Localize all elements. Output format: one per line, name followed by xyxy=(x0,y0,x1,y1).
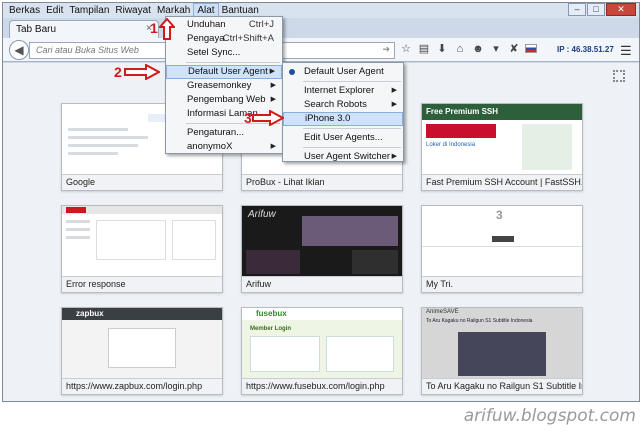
menu-edit[interactable]: Edit xyxy=(43,3,66,18)
ua-item-search-robots[interactable]: Search Robots ▶ xyxy=(283,98,403,112)
submenu-arrow-icon: ▶ xyxy=(391,87,397,94)
alat-menu: Unduhan Ctrl+J Pengaya Ctrl+Shift+A Setel … xyxy=(165,16,283,154)
thumb-error xyxy=(62,206,222,276)
grid-settings-icon[interactable] xyxy=(613,70,625,82)
submenu-arrow-icon: ▶ xyxy=(270,82,276,89)
tile-caption: ProBux - Lihat Iklan xyxy=(242,174,402,190)
annotation-number-3: 3 xyxy=(244,110,252,126)
maximize-icon[interactable]: □ xyxy=(587,3,605,16)
tile-caption: Google xyxy=(62,174,222,190)
tile-caption: Fast Premium SSH Account | FastSSH.com xyxy=(422,174,582,190)
menu-item-unduhan[interactable]: Unduhan Ctrl+J xyxy=(166,18,282,32)
thumb-fastssh: Free Premium SSH Loker di Indonesia xyxy=(422,104,582,174)
menu-item-default-user-agent[interactable]: Default User Agent ▶ xyxy=(166,65,282,79)
toolbar-icons: ☆ ▤ ⬇ ⌂ ☻ ▾ ✘ xyxy=(399,42,537,55)
tile-caption: My Tri. xyxy=(422,276,582,292)
tile-caption: https://www.zapbux.com/login.php xyxy=(62,378,222,394)
tab-bar: Tab Baru × + xyxy=(3,18,639,38)
menu-item-setel-sync[interactable]: Setel Sync... xyxy=(166,46,282,60)
tile-fastssh[interactable]: Free Premium SSH Loker di Indonesia Fast… xyxy=(421,103,583,191)
download-icon[interactable]: ⬇ xyxy=(435,42,449,55)
ua-item-default[interactable]: Default User Agent xyxy=(283,65,403,79)
tile-caption: Error response xyxy=(62,276,222,292)
tab-new[interactable]: Tab Baru × xyxy=(9,20,159,38)
ua-item-internet-explorer[interactable]: Internet Explorer ▶ xyxy=(283,84,403,98)
navigation-bar: ◀ Cari atau Buka Situs Web ➔ ☆ ▤ ⬇ ⌂ ☻ ▾… xyxy=(3,38,639,62)
thumb-mytri: 3 xyxy=(422,206,582,276)
annotation-number-2: 2 xyxy=(114,64,122,80)
menu-separator xyxy=(186,62,280,63)
back-button[interactable]: ◀ xyxy=(9,40,29,60)
annotation-arrow-right-icon xyxy=(252,110,284,126)
menu-berkas[interactable]: Berkas xyxy=(6,3,43,18)
anonymox-x-icon[interactable]: ✘ xyxy=(507,42,521,55)
tile-arifuw[interactable]: Arifuw Arifuw xyxy=(241,205,403,293)
radio-selected-icon xyxy=(289,69,295,75)
ip-address-label: IP : 46.38.51.27 xyxy=(557,45,614,54)
window-controls: – □ ✕ xyxy=(567,3,636,16)
menu-hamburger-icon[interactable]: ☰ xyxy=(620,43,634,59)
menu-separator xyxy=(303,81,401,82)
tile-my-tri[interactable]: 3 My Tri. xyxy=(421,205,583,293)
thumb-fusebux: fusebux Member Login xyxy=(242,308,402,378)
tile-zapbux[interactable]: zapbux https://www.zapbux.com/login.php xyxy=(61,307,223,395)
submenu-arrow-icon: ▶ xyxy=(270,143,276,150)
annotation-arrow-up-icon xyxy=(159,18,175,40)
russia-flag-icon xyxy=(525,44,537,53)
close-window-icon[interactable]: ✕ xyxy=(606,3,636,16)
annotation-arrow-right-icon xyxy=(124,64,160,80)
youtube-logo-icon xyxy=(66,207,86,213)
tab-title: Tab Baru xyxy=(16,24,57,35)
bookmark-star-icon[interactable]: ☆ xyxy=(399,42,413,55)
menu-riwayat[interactable]: Riwayat xyxy=(112,3,154,18)
tile-caption: To Aru Kagaku no Railgun S1 Subtitle Ind… xyxy=(422,378,582,394)
annotation-number-1: 1 xyxy=(150,20,158,36)
menu-item-pengaturan[interactable]: Pengaturan... xyxy=(166,126,282,140)
tri-logo-icon: 3 xyxy=(496,208,503,222)
dropdown-chevron-icon[interactable]: ▾ xyxy=(489,42,503,55)
tile-animesave[interactable]: AnimeSAVE To Aru Kagaku no Railgun S1 Su… xyxy=(421,307,583,395)
home-icon[interactable]: ⌂ xyxy=(453,43,467,55)
submenu-arrow-icon: ▶ xyxy=(270,96,276,103)
menu-bar: Berkas Edit Tampilan Riwayat Markah Alat… xyxy=(3,3,639,18)
menu-item-pengembang-web[interactable]: Pengembang Web ▶ xyxy=(166,93,282,107)
tile-error-response[interactable]: Error response xyxy=(61,205,223,293)
ua-item-user-agent-switcher[interactable]: User Agent Switcher ▶ xyxy=(283,150,403,164)
go-arrow-icon[interactable]: ➔ xyxy=(382,44,390,55)
submenu-arrow-icon: ▶ xyxy=(391,101,397,108)
menu-tampilan[interactable]: Tampilan xyxy=(66,3,112,18)
menu-item-pengaya[interactable]: Pengaya Ctrl+Shift+A xyxy=(166,32,282,46)
menu-item-anonymox[interactable]: anonymoX ▶ xyxy=(166,140,282,154)
user-agent-submenu: Default User Agent Internet Explorer ▶ Se… xyxy=(282,62,404,162)
submenu-arrow-icon: ▶ xyxy=(269,68,275,75)
tile-caption: https://www.fusebux.com/login.php xyxy=(242,378,402,394)
tile-caption: Arifuw xyxy=(242,276,402,292)
thumb-animesave: AnimeSAVE To Aru Kagaku no Railgun S1 Su… xyxy=(422,308,582,378)
menu-separator xyxy=(303,128,401,129)
bookmarks-list-icon[interactable]: ▤ xyxy=(417,42,431,55)
submenu-arrow-icon: ▶ xyxy=(391,153,397,160)
greasemonkey-icon[interactable]: ☻ xyxy=(471,43,485,55)
ua-item-iphone[interactable]: iPhone 3.0 xyxy=(283,112,403,126)
ua-item-edit-user-agents[interactable]: Edit User Agents... xyxy=(283,131,403,145)
menu-item-greasemonkey[interactable]: Greasemonkey ▶ xyxy=(166,79,282,93)
minimize-icon[interactable]: – xyxy=(568,3,586,16)
url-placeholder: Cari atau Buka Situs Web xyxy=(36,45,139,55)
tile-fusebux[interactable]: fusebux Member Login https://www.fusebux… xyxy=(241,307,403,395)
thumb-zapbux: zapbux xyxy=(62,308,222,378)
watermark: arifuw.blogspot.com xyxy=(463,406,636,426)
thumb-arifuw: Arifuw xyxy=(242,206,402,276)
menu-separator xyxy=(303,147,401,148)
